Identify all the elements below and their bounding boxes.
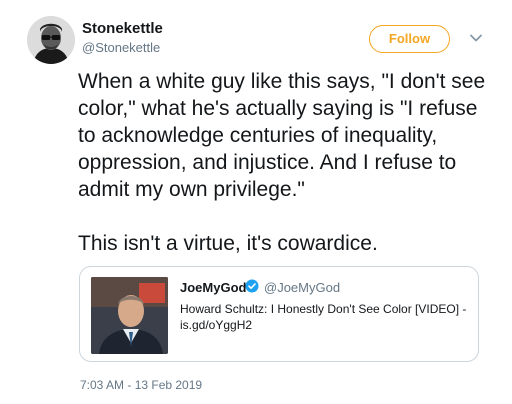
person-with-glasses-avatar-icon: [27, 16, 75, 64]
author-avatar[interactable]: [27, 16, 75, 64]
quoted-tweet-author-name[interactable]: JoeMyGod: [180, 280, 246, 295]
quoted-tweet-text: Howard Schultz: I Honestly Don't See Col…: [180, 302, 467, 332]
quoted-tweet-thumbnail: [91, 277, 168, 354]
tweet-timestamp[interactable]: 7:03 AM - 13 Feb 2019: [80, 378, 202, 392]
author-name[interactable]: Stonekettle: [82, 20, 163, 37]
quoted-tweet[interactable]: JoeMyGod @JoeMyGod Howard Schultz: I Hon…: [79, 266, 479, 362]
chevron-down-icon[interactable]: [470, 34, 482, 42]
quoted-tweet-author-handle[interactable]: @JoeMyGod: [264, 280, 340, 295]
follow-button[interactable]: Follow: [369, 25, 450, 53]
verified-badge-icon: [245, 279, 259, 293]
tweet-card: Stonekettle @Stonekettle Follow When a w…: [0, 0, 512, 404]
man-in-suit-photo-icon: [91, 277, 168, 354]
author-handle[interactable]: @Stonekettle: [82, 40, 160, 55]
tweet-text: When a white guy like this says, "I don'…: [78, 70, 486, 255]
